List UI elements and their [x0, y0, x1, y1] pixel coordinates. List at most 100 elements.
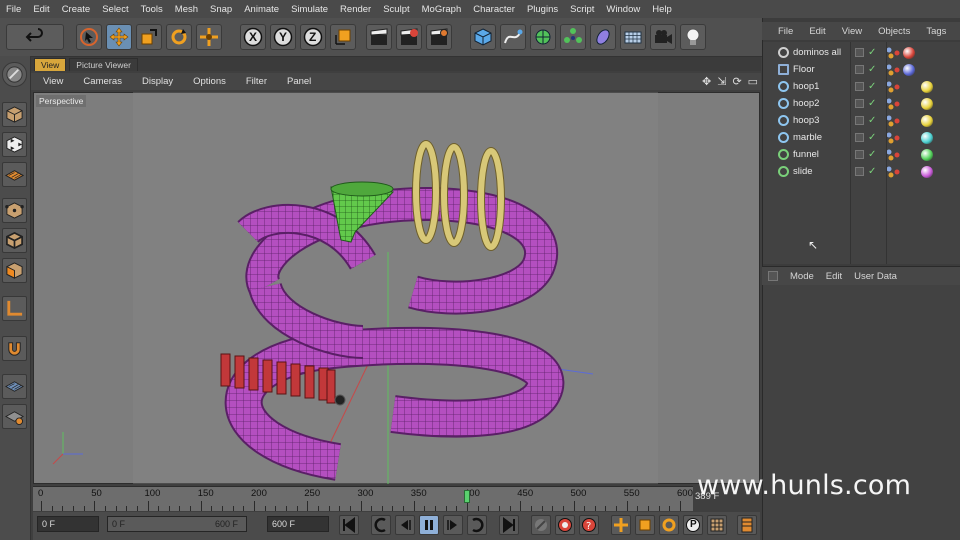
- x-axis-toggle[interactable]: X: [240, 24, 266, 50]
- material-tag-icon[interactable]: [921, 97, 933, 110]
- workplane-lock-button[interactable]: [2, 374, 27, 399]
- position-key-button[interactable]: [611, 515, 631, 535]
- enabled-check-icon[interactable]: ✓: [868, 81, 876, 92]
- rotate-view-icon[interactable]: ⟳: [732, 75, 741, 88]
- enabled-check-icon[interactable]: ✓: [868, 64, 876, 75]
- point-level-key-button[interactable]: [707, 515, 727, 535]
- points-mode-button[interactable]: [2, 198, 27, 223]
- menu-create[interactable]: Create: [56, 4, 97, 15]
- enabled-check-icon[interactable]: ✓: [868, 115, 876, 126]
- object-row-floor[interactable]: Floor ✓: [763, 61, 960, 78]
- object-row-funnel[interactable]: funnel ✓: [763, 146, 960, 163]
- edges-mode-button[interactable]: [2, 228, 27, 253]
- scale-key-button[interactable]: [635, 515, 655, 535]
- coordinate-system-button[interactable]: [330, 24, 356, 50]
- menu-animate[interactable]: Animate: [238, 4, 285, 15]
- viewport-menu-filter[interactable]: Filter: [234, 76, 275, 87]
- y-axis-toggle[interactable]: Y: [270, 24, 296, 50]
- attribute-menu-user-data[interactable]: User Data: [842, 271, 897, 282]
- layer-checkbox[interactable]: [855, 65, 864, 74]
- material-tag-icon[interactable]: [921, 148, 933, 161]
- previous-key-button[interactable]: [371, 515, 391, 535]
- next-frame-button[interactable]: [443, 515, 463, 535]
- menu-sculpt[interactable]: Sculpt: [377, 4, 415, 15]
- attribute-menu-mode[interactable]: Mode: [778, 271, 814, 282]
- move-view-icon[interactable]: ✥: [702, 75, 711, 88]
- layer-checkbox[interactable]: [855, 167, 864, 176]
- play-pause-button[interactable]: [419, 515, 439, 535]
- locked-workplane-button[interactable]: [2, 404, 27, 429]
- z-axis-toggle[interactable]: Z: [300, 24, 326, 50]
- live-selection-button[interactable]: [76, 24, 102, 50]
- object-row-hoop3[interactable]: hoop3 ✓: [763, 112, 960, 129]
- material-tag-icon[interactable]: [921, 80, 933, 93]
- add-light-button[interactable]: [680, 24, 706, 50]
- enabled-check-icon[interactable]: ✓: [868, 166, 876, 177]
- add-floor-button[interactable]: [620, 24, 646, 50]
- object-manager-menu-objects[interactable]: Objects: [862, 26, 910, 37]
- rotation-key-button[interactable]: [659, 515, 679, 535]
- tag-icons[interactable]: [885, 149, 907, 161]
- timeline-scheme-button[interactable]: [737, 515, 757, 535]
- menu-mesh[interactable]: Mesh: [169, 4, 204, 15]
- enabled-check-icon[interactable]: ✓: [868, 132, 876, 143]
- viewport-menu-panel[interactable]: Panel: [275, 76, 319, 87]
- add-array-button[interactable]: [560, 24, 586, 50]
- material-tag-icon[interactable]: [921, 165, 933, 178]
- keyframe-selection-button[interactable]: ?: [579, 515, 599, 535]
- tag-icons[interactable]: [885, 98, 907, 110]
- marble-object[interactable]: [334, 394, 346, 406]
- enabled-check-icon[interactable]: ✓: [868, 47, 876, 58]
- goto-start-button[interactable]: [339, 515, 359, 535]
- object-manager-menu-edit[interactable]: Edit: [793, 26, 825, 37]
- viewport-menu-cameras[interactable]: Cameras: [71, 76, 130, 87]
- end-frame-field[interactable]: 600 F: [267, 516, 329, 532]
- menu-simulate[interactable]: Simulate: [285, 4, 334, 15]
- layer-checkbox[interactable]: [855, 48, 864, 57]
- render-view-button[interactable]: [366, 24, 392, 50]
- start-frame-field[interactable]: 0 F: [37, 516, 99, 532]
- material-tag-icon[interactable]: [903, 46, 915, 59]
- goto-end-button[interactable]: [499, 515, 519, 535]
- render-settings-button[interactable]: [426, 24, 452, 50]
- object-manager-menu-file[interactable]: File: [762, 26, 793, 37]
- object-row-dominos-all[interactable]: dominos all ✓: [763, 44, 960, 61]
- scale-tool-button[interactable]: [136, 24, 162, 50]
- workplane-mode-button[interactable]: [2, 162, 27, 187]
- viewport-menu-display[interactable]: Display: [130, 76, 181, 87]
- layer-checkbox[interactable]: [855, 116, 864, 125]
- tag-icons[interactable]: [885, 166, 907, 178]
- toggle-view-icon[interactable]: ▭: [748, 75, 758, 88]
- snap-button[interactable]: [2, 336, 27, 361]
- zoom-view-icon[interactable]: ⇲: [717, 75, 726, 88]
- object-manager-menu-tags[interactable]: Tags: [910, 26, 946, 37]
- transform-tool-button[interactable]: [196, 24, 222, 50]
- menu-help[interactable]: Help: [646, 4, 678, 15]
- menu-snap[interactable]: Snap: [204, 4, 238, 15]
- autokeying-button[interactable]: [555, 515, 575, 535]
- move-tool-button[interactable]: [106, 24, 132, 50]
- polygons-mode-button[interactable]: [2, 258, 27, 283]
- material-tag-icon[interactable]: [921, 114, 933, 127]
- menu-plugins[interactable]: Plugins: [521, 4, 564, 15]
- layer-checkbox[interactable]: [855, 133, 864, 142]
- menu-edit[interactable]: Edit: [27, 4, 55, 15]
- rotate-tool-button[interactable]: [166, 24, 192, 50]
- add-camera-button[interactable]: [650, 24, 676, 50]
- previous-frame-button[interactable]: [395, 515, 415, 535]
- tab-picture-viewer[interactable]: Picture Viewer: [69, 58, 138, 71]
- make-editable-button[interactable]: [2, 62, 27, 87]
- layer-checkbox[interactable]: [855, 150, 864, 159]
- menu-mograph[interactable]: MoGraph: [416, 4, 468, 15]
- parameter-key-button[interactable]: P: [683, 515, 703, 535]
- timeline-ruler[interactable]: 0 50 100 150 200 250 300 350 400 450 500 550 600: [33, 486, 693, 511]
- menu-window[interactable]: Window: [600, 4, 646, 15]
- menu-render[interactable]: Render: [334, 4, 377, 15]
- menu-file[interactable]: File: [0, 4, 27, 15]
- menu-character[interactable]: Character: [467, 4, 521, 15]
- add-nurbs-button[interactable]: [530, 24, 556, 50]
- object-row-marble[interactable]: marble ✓: [763, 129, 960, 146]
- record-active-objects-button[interactable]: [531, 515, 551, 535]
- timeline-playhead[interactable]: [464, 490, 470, 503]
- axis-mode-button[interactable]: [2, 296, 27, 321]
